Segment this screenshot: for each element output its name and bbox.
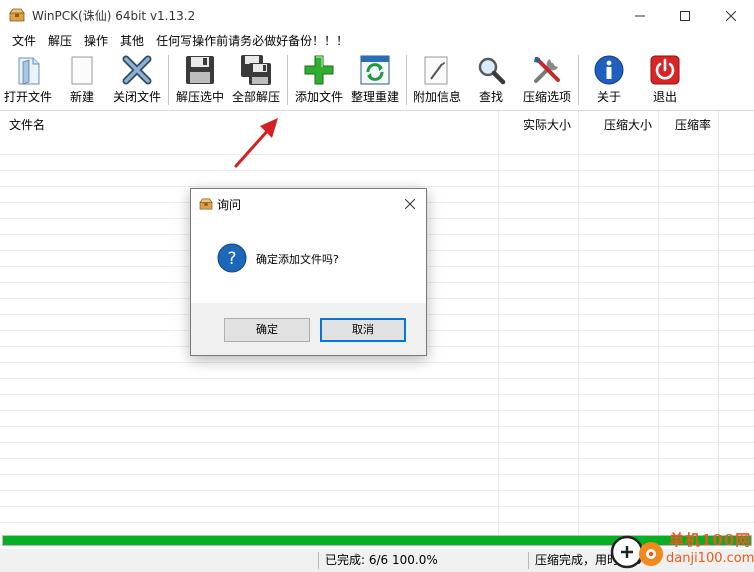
rebuild-icon [360, 55, 390, 85]
confirm-dialog: 询问 ? 确定添加文件吗? 确定 取消 [190, 188, 427, 356]
add-file-icon [304, 55, 334, 85]
search-icon [478, 57, 506, 85]
column-header-actual-size[interactable]: 实际大小 [523, 111, 571, 139]
close-icon [726, 10, 736, 21]
dialog-footer: 确定 取消 [191, 303, 426, 355]
new-file-button[interactable]: 新建 [62, 53, 102, 107]
add-file-label: 添加文件 [294, 90, 343, 104]
menu-bar: 文件 解压 操作 其他 任何写操作前请务必做好备份！！！ [0, 31, 754, 51]
extract-all-label: 全部解压 [231, 90, 280, 104]
maximize-icon [680, 10, 690, 21]
new-file-label: 新建 [69, 90, 94, 104]
rebuild-button[interactable]: 整理重建 [348, 53, 402, 107]
find-button[interactable]: 查找 [475, 53, 507, 107]
dialog-title-bar: 询问 [191, 189, 426, 219]
toolbar: 打开文件 新建 关闭文件 解压选中 全部解压 添加文件 整理重建 附加信息 查找… [0, 51, 754, 109]
dialog-app-icon [199, 198, 213, 210]
about-icon [594, 55, 624, 85]
watermark-icon [610, 535, 663, 569]
app-icon [9, 8, 25, 22]
about-label: 关于 [596, 90, 621, 104]
close-icon [405, 199, 415, 209]
menu-file[interactable]: 文件 [6, 31, 42, 51]
exit-icon [650, 55, 680, 85]
close-file-label: 关闭文件 [112, 90, 161, 104]
question-icon: ? [217, 243, 247, 273]
column-header-ratio[interactable]: 压缩率 [675, 111, 711, 139]
toolbar-separator [168, 55, 169, 105]
menu-backup-warning[interactable]: 任何写操作前请务必做好备份！！！ [150, 31, 354, 51]
open-file-label: 打开文件 [3, 90, 52, 104]
about-button[interactable]: 关于 [594, 53, 624, 107]
close-file-icon [122, 55, 152, 85]
watermark-line2: danji100.com [666, 551, 754, 566]
compression-options-label: 压缩选项 [522, 90, 571, 104]
dialog-body: ? 确定添加文件吗? [191, 219, 426, 303]
dialog-title: 询问 [217, 198, 242, 212]
menu-other[interactable]: 其他 [114, 31, 150, 51]
watermark-logo: 单机100网 danji100.com [606, 528, 754, 572]
menu-extract[interactable]: 解压 [42, 31, 78, 51]
dialog-close-button[interactable] [395, 191, 425, 217]
minimize-icon [635, 15, 645, 16]
new-file-icon [71, 56, 93, 85]
tools-icon [534, 57, 560, 83]
status-separator [318, 552, 319, 569]
status-completed: 已完成: 6/6 100.0% [325, 553, 438, 567]
find-label: 查找 [478, 90, 503, 104]
info-icon [424, 56, 448, 85]
toolbar-separator [406, 55, 407, 105]
window-title: WinPCK(诛仙) 64bit v1.13.2 [32, 9, 196, 23]
annotation-arrow-icon [234, 118, 278, 168]
cancel-button[interactable]: 取消 [320, 318, 406, 342]
open-file-icon [18, 57, 40, 85]
close-file-button[interactable]: 关闭文件 [110, 53, 164, 107]
extract-selected-icon [186, 56, 214, 84]
rebuild-label: 整理重建 [350, 90, 399, 104]
dialog-message: 确定添加文件吗? [256, 253, 339, 266]
extra-info-label: 附加信息 [412, 90, 461, 104]
open-file-button[interactable]: 打开文件 [2, 53, 54, 107]
exit-label: 退出 [652, 90, 677, 104]
close-window-button[interactable] [708, 0, 754, 31]
compression-options-button[interactable]: 压缩选项 [520, 53, 574, 107]
status-separator [528, 552, 529, 569]
extract-all-icon [241, 55, 271, 85]
toolbar-separator [287, 55, 288, 105]
minimize-button[interactable] [617, 0, 663, 31]
maximize-button[interactable] [662, 0, 708, 31]
column-header-compressed-size[interactable]: 压缩大小 [604, 111, 652, 139]
extract-selected-button[interactable]: 解压选中 [173, 53, 227, 107]
ok-button[interactable]: 确定 [224, 318, 310, 342]
watermark-line1: 单机100网 [669, 531, 752, 549]
toolbar-separator [578, 55, 579, 105]
extra-info-button[interactable]: 附加信息 [410, 53, 464, 107]
list-header: 文件名 实际大小 压缩大小 压缩率 [0, 111, 754, 139]
menu-operations[interactable]: 操作 [78, 31, 114, 51]
add-file-button[interactable]: 添加文件 [292, 53, 346, 107]
title-bar: WinPCK(诛仙) 64bit v1.13.2 [0, 0, 754, 31]
column-header-filename[interactable]: 文件名 [9, 111, 45, 139]
extract-all-button[interactable]: 全部解压 [230, 53, 282, 107]
exit-button[interactable]: 退出 [650, 53, 680, 107]
extract-selected-label: 解压选中 [175, 90, 224, 104]
svg-text:?: ? [227, 249, 236, 269]
